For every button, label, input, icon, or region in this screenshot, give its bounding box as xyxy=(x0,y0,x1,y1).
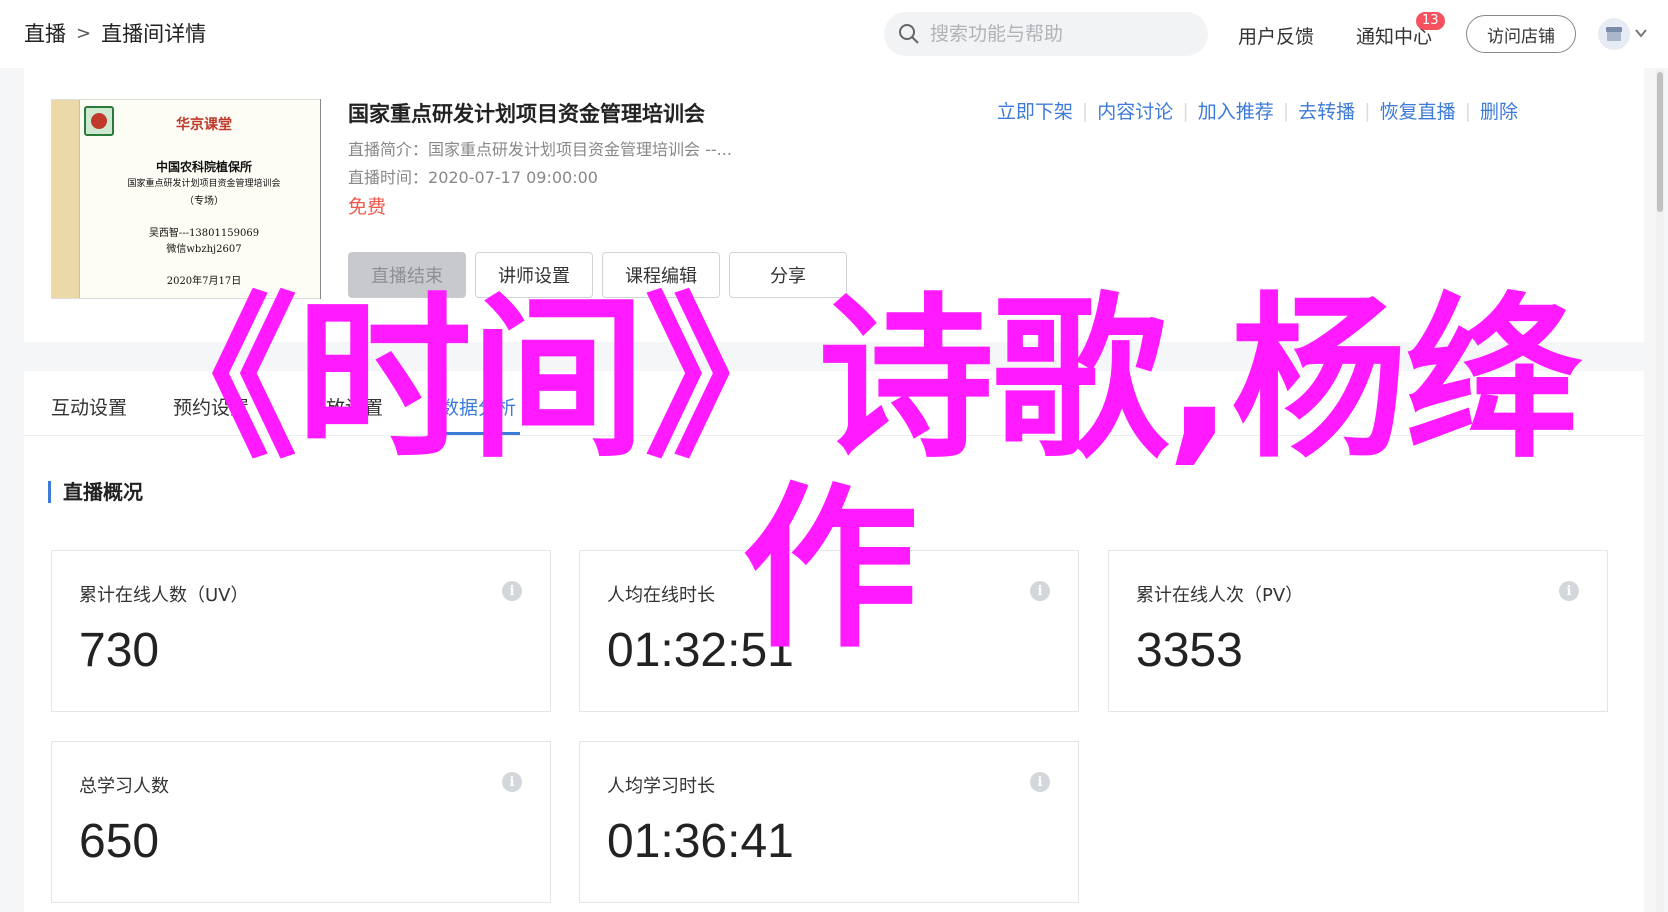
main-card: 互动设置 预约设置 回放设置 数据分析 直播概况 累计在线人数（UV） i 73… xyxy=(24,371,1644,912)
tab-interaction-settings[interactable]: 互动设置 xyxy=(51,393,127,420)
breadcrumb-root[interactable]: 直播 xyxy=(24,18,66,48)
search-input[interactable] xyxy=(930,23,1180,45)
chevron-down-icon[interactable] xyxy=(1634,26,1648,40)
live-time-value: 2020-07-17 09:00:00 xyxy=(428,168,598,187)
info-icon[interactable]: i xyxy=(502,581,522,601)
price-label: 免费 xyxy=(348,196,387,218)
stat-label: 人均学习时长 xyxy=(607,776,715,797)
stat-card-uv: 累计在线人数（UV） i 730 xyxy=(51,550,551,712)
stat-value: 01:32:51 xyxy=(607,624,794,677)
stat-card-avg-online: 人均在线时长 i 01:32:51 xyxy=(579,550,1079,712)
cover-org: 中国农科院植保所 xyxy=(155,160,252,174)
delete-link[interactable]: 删除 xyxy=(1480,97,1518,124)
stat-label: 总学习人数 xyxy=(79,776,169,797)
tab-bar: 互动设置 预约设置 回放设置 数据分析 xyxy=(24,371,1644,436)
search-box xyxy=(884,12,1208,56)
cover-wechat: 微信wbzhj2607 xyxy=(166,244,242,255)
scrollbar-thumb[interactable] xyxy=(1657,72,1663,212)
live-info-card: 华京课堂 中国农科院植保所 国家重点研发计划项目资金管理培训会 （专场） 吴西智… xyxy=(24,68,1644,342)
section-title: 直播概况 xyxy=(48,481,143,503)
store-icon xyxy=(1606,27,1622,41)
live-intro-label: 直播简介： xyxy=(348,140,429,159)
tab-data-analysis[interactable]: 数据分析 xyxy=(440,393,516,420)
live-actions: 立即下架 | 内容讨论 | 加入推荐 | 去转播 | 恢复直播 | 删除 xyxy=(997,97,1518,124)
stat-value: 730 xyxy=(79,624,160,677)
stat-card-avg-learning: 人均学习时长 i 01:36:41 xyxy=(579,741,1079,903)
resume-live-link[interactable]: 恢复直播 xyxy=(1380,97,1456,124)
end-live-button[interactable]: 直播结束 xyxy=(348,252,466,298)
divider xyxy=(320,99,321,299)
recommend-link[interactable]: 加入推荐 xyxy=(1198,97,1274,124)
stat-value: 3353 xyxy=(1136,624,1243,677)
top-bar: 直播 > 直播间详情 用户反馈 通知中心 13 访问店铺 xyxy=(0,0,1668,68)
live-intro: 直播简介：国家重点研发计划项目资金管理培训会 --... xyxy=(348,136,732,160)
stat-value: 650 xyxy=(79,815,160,868)
scrollbar[interactable] xyxy=(1656,70,1664,912)
rebroadcast-link[interactable]: 去转播 xyxy=(1298,97,1355,124)
discussion-link[interactable]: 内容讨论 xyxy=(1097,97,1173,124)
cover-date: 2020年7月17日 xyxy=(166,276,242,287)
stat-value: 01:36:41 xyxy=(607,815,794,868)
cover-contact: 吴西智---13801159069 xyxy=(148,228,260,239)
cover-brand: 华京课堂 xyxy=(176,117,232,133)
avatar[interactable] xyxy=(1598,18,1630,50)
cover-topic: 国家重点研发计划项目资金管理培训会 xyxy=(127,179,281,189)
live-intro-text: 国家重点研发计划项目资金管理培训会 --... xyxy=(428,140,732,159)
info-icon[interactable]: i xyxy=(1030,581,1050,601)
tab-reservation-settings[interactable]: 预约设置 xyxy=(173,393,249,420)
stat-card-pv: 累计在线人次（PV） i 3353 xyxy=(1108,550,1608,712)
stat-label: 人均在线时长 xyxy=(607,585,715,606)
live-time-label: 直播时间： xyxy=(348,168,429,187)
search-icon xyxy=(899,24,919,44)
live-time: 直播时间：2020-07-17 09:00:00 xyxy=(348,164,598,188)
course-edit-button[interactable]: 课程编辑 xyxy=(602,252,720,298)
tab-playback-settings[interactable]: 回放设置 xyxy=(307,393,383,420)
info-icon[interactable]: i xyxy=(1559,581,1579,601)
live-title: 国家重点研发计划项目资金管理培训会 xyxy=(348,102,705,126)
live-cover-image: 华京课堂 中国农科院植保所 国家重点研发计划项目资金管理培训会 （专场） 吴西智… xyxy=(51,99,321,299)
visit-store-button[interactable]: 访问店铺 xyxy=(1466,15,1576,53)
stat-label: 累计在线人次（PV） xyxy=(1136,585,1304,606)
info-icon[interactable]: i xyxy=(1030,772,1050,792)
breadcrumb-separator: > xyxy=(76,22,92,44)
info-icon[interactable]: i xyxy=(502,772,522,792)
cover-subtitle: （专场） xyxy=(184,196,224,207)
take-down-link[interactable]: 立即下架 xyxy=(997,97,1073,124)
feedback-link[interactable]: 用户反馈 xyxy=(1238,22,1314,49)
share-button[interactable]: 分享 xyxy=(729,252,847,298)
active-tab-indicator xyxy=(440,432,520,435)
notification-badge: 13 xyxy=(1416,12,1445,30)
teacher-settings-button[interactable]: 讲师设置 xyxy=(475,252,593,298)
breadcrumb: 直播 > 直播间详情 xyxy=(24,18,206,48)
stat-card-learners: 总学习人数 i 650 xyxy=(51,741,551,903)
breadcrumb-current: 直播间详情 xyxy=(101,22,207,46)
stat-label: 累计在线人数（UV） xyxy=(79,585,249,606)
